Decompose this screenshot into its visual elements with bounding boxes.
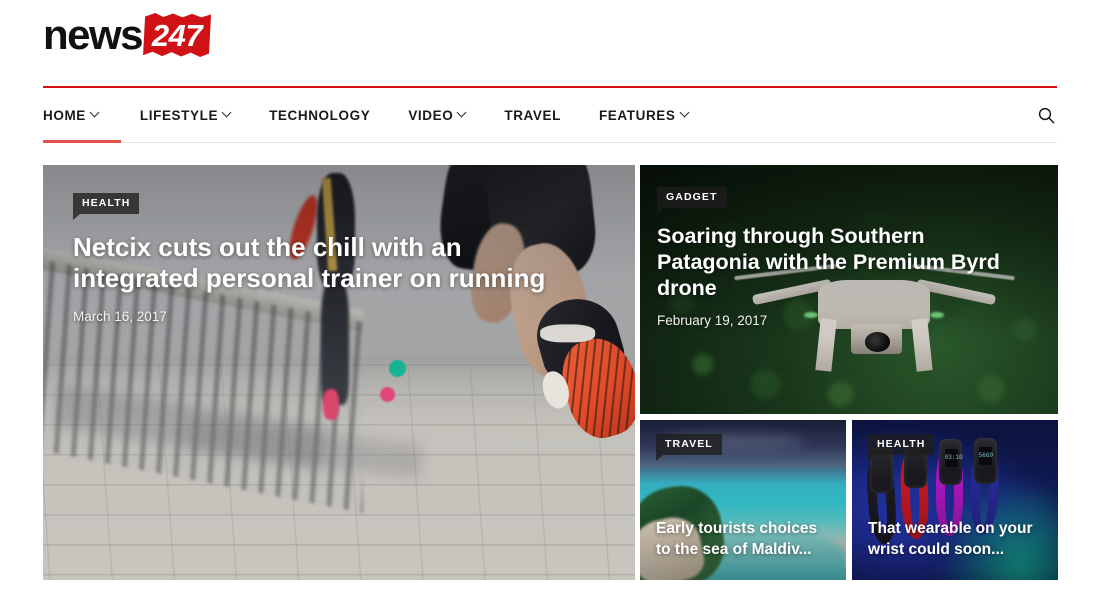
nav-item-lifestyle[interactable]: LIFESTYLE (121, 88, 250, 142)
card-date: February 19, 2017 (657, 313, 768, 329)
nav-list: HOME LIFESTYLE TECHNOLOGY VIDEO TRAVEL F… (43, 88, 708, 143)
nav-item-label: HOME (43, 107, 86, 123)
chevron-down-icon (223, 109, 231, 117)
featured-small-cards-row: TRAVEL Early tourists choices to the sea… (640, 420, 1058, 580)
chevron-down-icon (458, 109, 466, 117)
search-icon (1038, 107, 1055, 123)
site-logo[interactable]: news 247 (43, 11, 212, 59)
logo-wordmark: news (43, 11, 144, 58)
nav-item-label: VIDEO (408, 107, 454, 123)
featured-card-beach[interactable]: TRAVEL Early tourists choices to the sea… (640, 420, 846, 580)
card-content: That wearable on your wrist could soon..… (852, 503, 1058, 580)
card-title[interactable]: Netcix cuts out the chill with an integr… (73, 232, 573, 295)
category-badge[interactable]: TRAVEL (656, 434, 722, 460)
nav-item-video[interactable]: VIDEO (389, 88, 485, 142)
card-title[interactable]: Soaring through Southern Patagonia with … (657, 223, 1027, 302)
logo-badge-text: 247 (151, 17, 203, 53)
category-badge-wrap: HEALTH (868, 434, 935, 460)
card-content: Early tourists choices to the sea of Mal… (640, 503, 846, 580)
nav-item-features[interactable]: FEATURES (580, 88, 708, 142)
card-title[interactable]: That wearable on your wrist could soon..… (868, 519, 1042, 560)
search-button[interactable] (1038, 107, 1057, 124)
card-date: March 16, 2017 (73, 308, 167, 324)
nav-item-label: TRAVEL (504, 107, 561, 123)
chevron-down-icon (91, 109, 99, 117)
nav-item-travel[interactable]: TRAVEL (485, 88, 580, 142)
card-title[interactable]: Early tourists choices to the sea of Mal… (656, 519, 830, 560)
card-content: HEALTH Netcix cuts out the chill with an… (43, 165, 635, 352)
nav-item-technology[interactable]: TECHNOLOGY (250, 88, 389, 142)
category-badge[interactable]: GADGET (657, 187, 727, 213)
featured-card-hero[interactable]: HEALTH Netcix cuts out the chill with an… (43, 165, 635, 580)
card-content: GADGET Soaring through Southern Patagoni… (640, 165, 1058, 350)
nav-item-label: LIFESTYLE (139, 107, 219, 123)
featured-card-wearable[interactable]: 03:10 5669 HEALTH That wearable on your … (852, 420, 1058, 580)
category-badge-wrap: TRAVEL (656, 434, 722, 460)
nav-item-home[interactable]: HOME (43, 88, 121, 143)
chevron-down-icon (681, 109, 689, 117)
featured-articles-grid: HEALTH Netcix cuts out the chill with an… (43, 165, 1058, 580)
nav-item-label: FEATURES (598, 107, 676, 123)
main-navigation: HOME LIFESTYLE TECHNOLOGY VIDEO TRAVEL F… (43, 86, 1057, 143)
category-badge[interactable]: HEALTH (868, 434, 935, 460)
nav-item-label: TECHNOLOGY (269, 107, 371, 123)
category-badge[interactable]: HEALTH (73, 193, 140, 219)
site-header: news 247 (0, 0, 1100, 86)
logo-badge: 247 (143, 13, 212, 57)
featured-card-drone[interactable]: GADGET Soaring through Southern Patagoni… (640, 165, 1058, 414)
